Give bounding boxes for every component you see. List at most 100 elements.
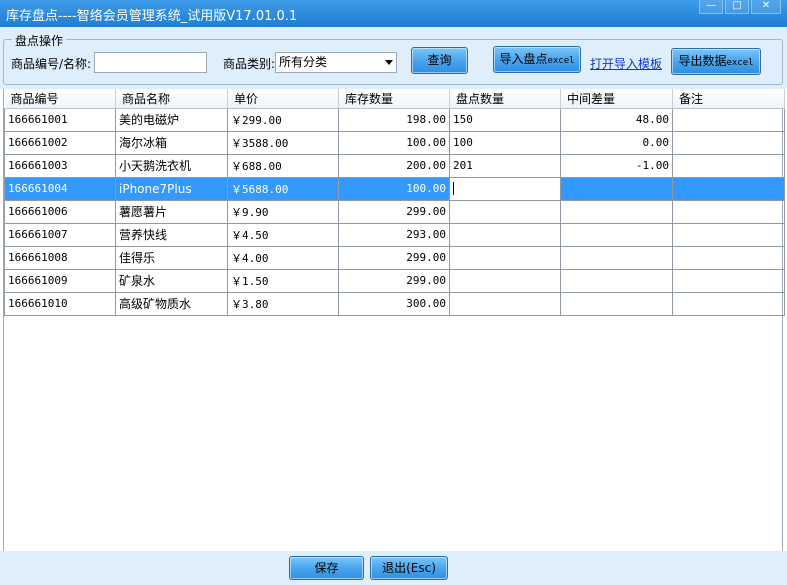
name-cell[interactable]: 海尔冰箱 xyxy=(115,130,228,155)
diff-cell[interactable] xyxy=(560,291,673,316)
price-cell[interactable]: ￥3.80 xyxy=(227,291,339,316)
note-cell[interactable] xyxy=(672,245,785,270)
table-row[interactable]: 166661001 美的电磁炉 ￥299.00 198.00 150 48.00 xyxy=(4,107,785,132)
table-row[interactable]: 166661003 小天鹅洗衣机 ￥688.00 200.00 201 -1.00 xyxy=(4,153,785,178)
name-cell[interactable]: 高级矿物质水 xyxy=(115,291,228,316)
column-header[interactable]: 商品名称 xyxy=(115,89,228,109)
code-name-input[interactable] xyxy=(94,52,207,73)
column-header[interactable]: 盘点数量 xyxy=(449,89,561,109)
diff-cell[interactable] xyxy=(560,199,673,224)
code-cell[interactable]: 166661003 xyxy=(4,153,116,178)
note-cell[interactable] xyxy=(672,222,785,247)
price-cell[interactable]: ￥4.50 xyxy=(227,222,339,247)
stock-cell[interactable]: 299.00 xyxy=(338,199,450,224)
name-cell[interactable]: 营养快线 xyxy=(115,222,228,247)
diff-cell[interactable] xyxy=(560,245,673,270)
column-header[interactable]: 中间差量 xyxy=(560,89,673,109)
name-cell[interactable]: 矿泉水 xyxy=(115,268,228,293)
stock-cell[interactable]: 198.00 xyxy=(338,107,450,132)
cell-text: 166661002 xyxy=(8,136,68,149)
column-header[interactable]: 库存数量 xyxy=(338,89,450,109)
query-button-label: 查询 xyxy=(427,53,452,67)
inventory-grid[interactable]: 商品编号 商品名称 单价 库存数量 盘点数量 中间差量 备注 166661001 美的电磁炉 ￥… xyxy=(3,89,785,551)
diff-cell[interactable] xyxy=(560,222,673,247)
minimize-button[interactable]: — xyxy=(699,0,723,14)
name-cell[interactable]: 小天鹅洗衣机 xyxy=(115,153,228,178)
price-cell[interactable]: ￥688.00 xyxy=(227,153,339,178)
code-cell[interactable]: 166661009 xyxy=(4,268,116,293)
table-row[interactable]: 166661006 薯愿薯片 ￥9.90 299.00 xyxy=(4,199,785,224)
price-cell[interactable]: ￥4.00 xyxy=(227,245,339,270)
name-cell[interactable]: 美的电磁炉 xyxy=(115,107,228,132)
diff-cell[interactable]: 48.00 xyxy=(560,107,673,132)
name-cell[interactable]: 佳得乐 xyxy=(115,245,228,270)
count-cell[interactable] xyxy=(449,291,561,316)
diff-cell[interactable]: 0.00 xyxy=(560,130,673,155)
stock-cell[interactable]: 300.00 xyxy=(338,291,450,316)
category-select[interactable]: 所有分类 xyxy=(275,52,397,73)
column-header[interactable]: 备注 xyxy=(672,89,785,109)
diff-cell[interactable] xyxy=(560,268,673,293)
stock-cell[interactable]: 299.00 xyxy=(338,268,450,293)
stock-cell[interactable]: 100.00 xyxy=(338,130,450,155)
column-header[interactable]: 单价 xyxy=(227,89,339,109)
table-row[interactable]: 166661008 佳得乐 ￥4.00 299.00 xyxy=(4,245,785,270)
exit-button[interactable]: 退出(Esc) xyxy=(370,556,448,580)
diff-cell[interactable] xyxy=(560,176,673,201)
note-cell[interactable] xyxy=(672,153,785,178)
price-cell[interactable]: ￥5688.00 xyxy=(227,176,339,201)
price-cell[interactable]: ￥9.90 xyxy=(227,199,339,224)
count-cell[interactable] xyxy=(449,222,561,247)
save-button[interactable]: 保存 xyxy=(289,556,364,580)
stock-cell[interactable]: 299.00 xyxy=(338,245,450,270)
code-cell[interactable]: 166661001 xyxy=(4,107,116,132)
stock-cell[interactable]: 200.00 xyxy=(338,153,450,178)
count-cell[interactable] xyxy=(449,176,561,201)
table-row[interactable]: 166661007 营养快线 ￥4.50 293.00 xyxy=(4,222,785,247)
note-cell[interactable] xyxy=(672,130,785,155)
stock-cell[interactable]: 293.00 xyxy=(338,222,450,247)
cell-text: 0.00 xyxy=(642,136,670,149)
close-button[interactable]: ✕ xyxy=(751,0,781,14)
price-cell[interactable]: ￥299.00 xyxy=(227,107,339,132)
name-cell[interactable]: 薯愿薯片 xyxy=(115,199,228,224)
count-cell[interactable]: 100 xyxy=(449,130,561,155)
count-cell[interactable]: 201 xyxy=(449,153,561,178)
count-cell[interactable] xyxy=(449,268,561,293)
table-row[interactable]: 166661010 高级矿物质水 ￥3.80 300.00 xyxy=(4,291,785,316)
cell-text: 201 xyxy=(453,159,473,172)
count-cell[interactable] xyxy=(449,199,561,224)
code-cell[interactable]: 166661002 xyxy=(4,130,116,155)
text-caret xyxy=(453,182,454,196)
code-cell[interactable]: 166661006 xyxy=(4,199,116,224)
table-row[interactable]: 166661004 iPhone7Plus ￥5688.00 100.00 xyxy=(4,176,785,201)
group-label: 盘点操作 xyxy=(12,32,67,49)
stock-cell[interactable]: 100.00 xyxy=(338,176,450,201)
note-cell[interactable] xyxy=(672,199,785,224)
cell-text: 300.00 xyxy=(406,297,446,310)
note-cell[interactable] xyxy=(672,176,785,201)
count-cell[interactable]: 150 xyxy=(449,107,561,132)
open-template-link[interactable]: 打开导入模板 xyxy=(590,55,662,72)
note-cell[interactable] xyxy=(672,107,785,132)
note-cell[interactable] xyxy=(672,291,785,316)
column-header[interactable]: 商品编号 xyxy=(4,89,116,109)
code-cell[interactable]: 166661007 xyxy=(4,222,116,247)
note-cell[interactable] xyxy=(672,268,785,293)
count-cell[interactable] xyxy=(449,245,561,270)
diff-cell[interactable]: -1.00 xyxy=(560,153,673,178)
maximize-button[interactable]: □ xyxy=(725,0,749,14)
cell-text: ￥3588.00 xyxy=(231,136,289,150)
price-cell[interactable]: ￥1.50 xyxy=(227,268,339,293)
query-button[interactable]: 查询 xyxy=(411,47,468,74)
export-button[interactable]: 导出数据excel xyxy=(671,48,761,75)
table-row[interactable]: 166661009 矿泉水 ￥1.50 299.00 xyxy=(4,268,785,293)
code-cell[interactable]: 166661010 xyxy=(4,291,116,316)
table-row[interactable]: 166661002 海尔冰箱 ￥3588.00 100.00 100 0.00 xyxy=(4,130,785,155)
import-button[interactable]: 导入盘点excel xyxy=(493,46,581,73)
code-cell[interactable]: 166661004 xyxy=(4,176,116,201)
name-cell[interactable]: iPhone7Plus xyxy=(115,176,228,201)
code-cell[interactable]: 166661008 xyxy=(4,245,116,270)
window-controls: — □ ✕ xyxy=(699,0,781,14)
price-cell[interactable]: ￥3588.00 xyxy=(227,130,339,155)
